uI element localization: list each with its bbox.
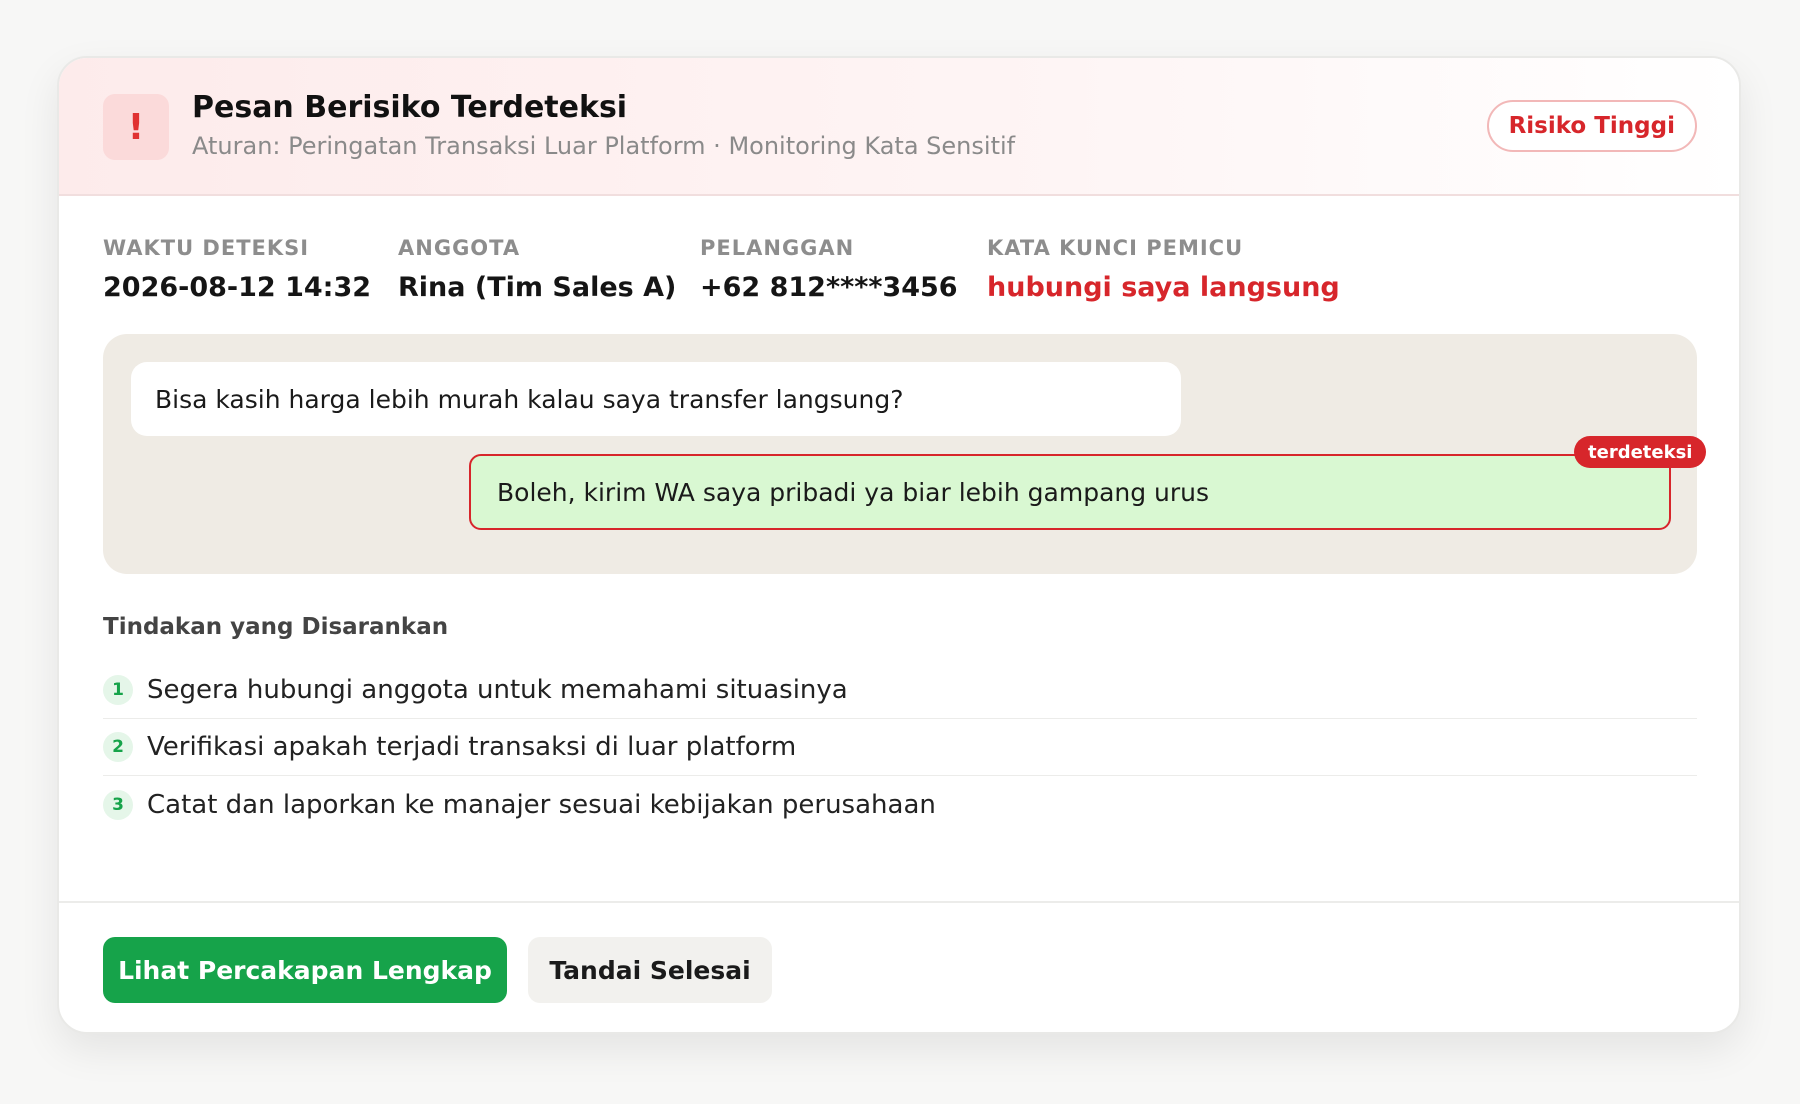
detection-time-label: WAKTU DETEKSI (103, 236, 310, 260)
step-number-badge: 3 (103, 789, 133, 820)
exclamation-icon: ! (103, 94, 169, 160)
view-full-conversation-button[interactable]: Lihat Percakapan Lengkap (103, 937, 507, 1003)
detection-time: WAKTU DETEKSI 2026-08-12 14:32 (103, 236, 371, 303)
trigger-keyword-label: KATA KUNCI PEMICU (987, 236, 1244, 260)
detection-time-value: 2026-08-12 14:32 (103, 272, 372, 303)
alert-header: ! Pesan Berisiko Terdeteksi Aturan: Peri… (59, 58, 1739, 196)
risk-level-badge: Risiko Tinggi (1486, 100, 1697, 152)
step-number-badge: 2 (103, 732, 133, 762)
alert-title: Pesan Berisiko Terdeteksi (192, 90, 628, 125)
risk-alert-card: ! Pesan Berisiko Terdeteksi Aturan: Peri… (57, 56, 1741, 1034)
incoming-message: Bisa kasih harga lebih murah kalau saya … (131, 362, 1181, 436)
step-number-badge: 1 (103, 675, 133, 705)
action-text: Verifikasi apakah terjadi transaksi di l… (147, 732, 797, 762)
member-info: ANGGOTA Rina (Tim Sales A) (398, 236, 676, 303)
action-text: Catat dan laporkan ke manajer sesuai keb… (147, 789, 936, 820)
list-item: 3 Catat dan laporkan ke manajer sesuai k… (103, 776, 1697, 833)
member-value: Rina (Tim Sales A) (398, 272, 677, 303)
customer-label: PELANGGAN (700, 236, 855, 260)
list-item: 2 Verifikasi apakah terjadi transaksi di… (103, 719, 1697, 776)
mark-done-button[interactable]: Tandai Selesai (528, 937, 772, 1003)
card-footer-divider (59, 901, 1739, 903)
action-text: Segera hubungi anggota untuk memahami si… (147, 675, 848, 705)
flagged-outgoing-message: Boleh, kirim WA saya pribadi ya biar leb… (469, 454, 1671, 530)
list-item: 1 Segera hubungi anggota untuk memahami … (103, 662, 1697, 719)
customer-value: +62 812****3456 (700, 272, 958, 303)
trigger-keyword-value: hubungi saya langsung (987, 272, 1340, 303)
customer-info: PELANGGAN +62 812****3456 (700, 236, 958, 303)
alert-rule-subtitle: Aturan: Peringatan Transaksi Luar Platfo… (192, 132, 1016, 160)
member-label: ANGGOTA (398, 236, 521, 260)
recommended-actions-list: 1 Segera hubungi anggota untuk memahami … (103, 662, 1697, 833)
chat-preview: Bisa kasih harga lebih murah kalau saya … (103, 334, 1707, 574)
detected-flag-badge: terdeteksi (1574, 436, 1707, 468)
recommended-actions-title: Tindakan yang Disarankan (103, 614, 449, 640)
trigger-keyword: KATA KUNCI PEMICU hubungi saya langsung (987, 236, 1340, 303)
